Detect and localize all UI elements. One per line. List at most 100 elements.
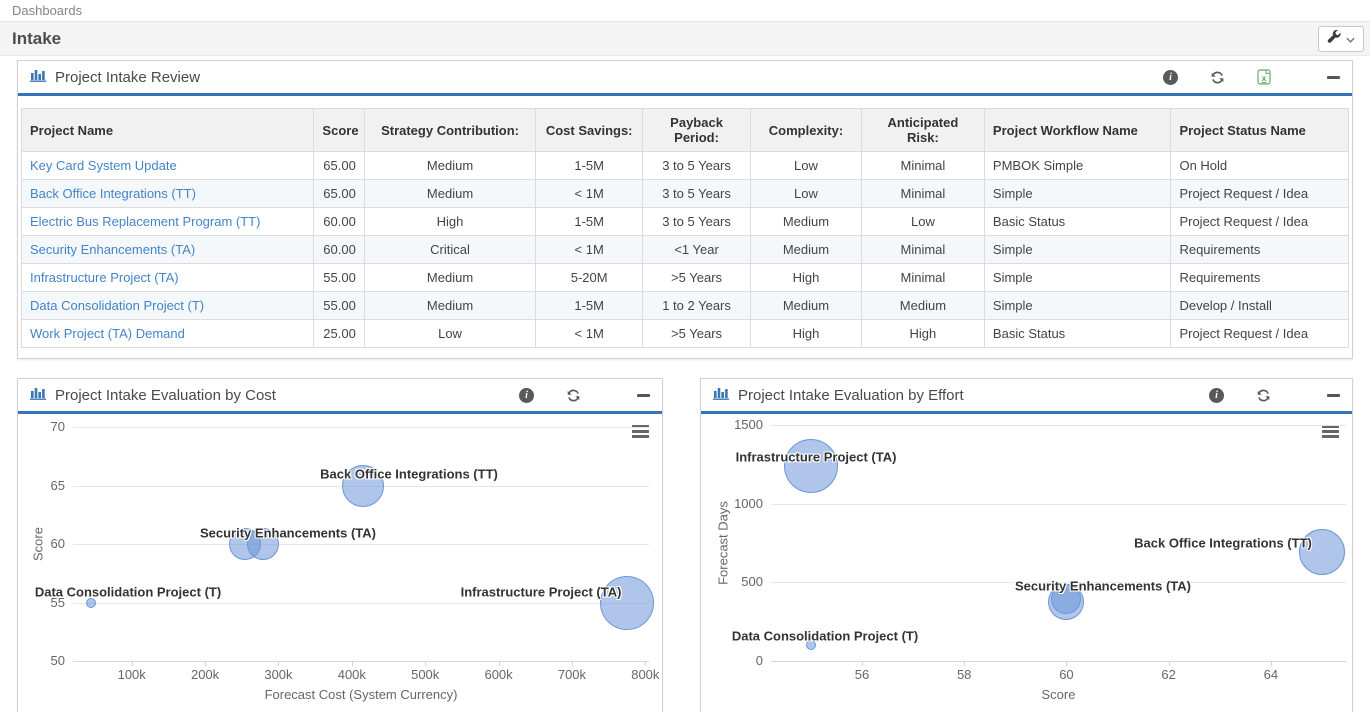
table-cell: Simple [983, 291, 1172, 320]
table-cell: Develop / Install [1170, 291, 1349, 320]
table-cell: Requirements [1170, 263, 1349, 292]
column-header: Project Name [20, 108, 315, 152]
gridline [73, 602, 649, 604]
table-cell: <1 Year [642, 235, 751, 264]
y-axis-tick-label: 1000 [734, 495, 763, 511]
table-row: Back Office Integrations (TT) 65.00 Medium… [20, 179, 1349, 208]
x-axis-tick-label: 200k [190, 667, 220, 682]
dashboard-config-button[interactable] [1318, 26, 1364, 52]
table-cell: 3 to 5 Years [642, 151, 751, 180]
gridline [73, 427, 649, 428]
x-axis-tick-label: 600k [484, 667, 513, 682]
column-header: Complexity: [750, 108, 862, 152]
table-cell: Minimal [860, 179, 985, 208]
project-link[interactable]: Key Card System Update [30, 158, 177, 173]
info-icon[interactable]: i [1209, 387, 1224, 403]
x-axis-tick-mark [425, 661, 427, 666]
column-header: Payback Period: [642, 108, 751, 152]
breadcrumb[interactable]: Dashboards [0, 0, 1370, 21]
table-cell: >5 Years [642, 263, 751, 292]
table-cell: 55.00 [313, 263, 365, 292]
table-cell: Simple [983, 263, 1172, 292]
panel-intake-evaluation-by-cost: Project Intake Evaluation by Cost i 50 55… [17, 378, 663, 712]
table-cell: Basic Status [983, 207, 1172, 236]
project-link[interactable]: Data Consolidation Project (T) [30, 298, 204, 313]
project-link[interactable]: Infrastructure Project (TA) [30, 270, 179, 285]
table-cell: Medium [750, 207, 862, 236]
data-bubble[interactable] [783, 438, 838, 493]
x-axis-tick-label: 500k [411, 667, 440, 682]
table-cell: Low [750, 179, 862, 208]
y-axis-tick-label: 50 [50, 653, 65, 668]
project-link[interactable]: Work Project (TA) Demand [30, 326, 185, 341]
x-axis-tick-mark [498, 661, 500, 666]
dashboard-content: Project Intake Review i x Project Name Sc… [0, 56, 1370, 712]
x-axis-tick-mark [861, 661, 863, 666]
refresh-icon[interactable] [566, 388, 581, 403]
collapse-icon[interactable] [637, 393, 650, 397]
x-axis-tick-mark [205, 661, 207, 666]
table-cell: Minimal [860, 235, 985, 264]
gridline [73, 544, 649, 545]
table-cell: Low [363, 319, 537, 348]
table-cell: < 1M [535, 319, 644, 348]
charts-row: Project Intake Evaluation by Cost i 50 55… [17, 378, 1353, 712]
y-axis-title: Score [30, 527, 46, 561]
excel-export-icon[interactable]: x [1257, 69, 1271, 85]
x-axis-tick-label: 58 [956, 667, 972, 682]
x-axis-tick-mark [1168, 661, 1170, 666]
table-cell: 60.00 [313, 235, 365, 264]
cost-panel-heading: Project Intake Evaluation by Cost i [18, 379, 662, 414]
data-point-label: Infrastructure Project (TA) [735, 449, 897, 465]
cell-project-name: Infrastructure Project (TA) [20, 263, 315, 292]
x-axis-tick-mark [131, 661, 133, 666]
refresh-icon[interactable] [1210, 70, 1225, 85]
collapse-icon[interactable] [1327, 393, 1340, 397]
panel-project-intake-review: Project Intake Review i x Project Name Sc… [17, 60, 1353, 359]
table-cell: High [750, 319, 862, 348]
table-cell: High [750, 263, 862, 292]
data-point-label: Data Consolidation Project (T) [34, 584, 222, 600]
panel-title: Project Intake Review [55, 68, 201, 86]
cell-project-name: Data Consolidation Project (T) [20, 291, 315, 320]
table-cell: >5 Years [642, 319, 751, 348]
gridline [771, 661, 1346, 662]
x-axis-tick-label: 100k [117, 667, 146, 682]
table-cell: 65.00 [313, 151, 365, 180]
project-link[interactable]: Electric Bus Replacement Program (TT) [30, 214, 260, 229]
bar-chart-icon [30, 68, 46, 87]
column-header: Project Status Name [1170, 108, 1349, 152]
x-axis-tick-mark [645, 661, 647, 666]
table-cell: 1-5M [535, 291, 644, 320]
x-axis-tick-mark [1270, 661, 1272, 666]
collapse-icon[interactable] [1327, 75, 1340, 79]
chart-context-menu-icon[interactable] [1322, 425, 1339, 440]
info-icon[interactable]: i [519, 387, 534, 403]
y-axis-tick-label: 1500 [734, 417, 763, 432]
refresh-icon[interactable] [1256, 388, 1271, 403]
project-link[interactable]: Back Office Integrations (TT) [30, 186, 196, 201]
table-cell: Medium [750, 235, 862, 264]
x-axis-tick-label: 300k [264, 667, 293, 682]
table-cell: Minimal [860, 151, 985, 180]
table-cell: 25.00 [313, 319, 365, 348]
table-cell: Simple [983, 179, 1172, 208]
table-cell: Minimal [860, 263, 985, 292]
y-axis-tick-label: 500 [741, 574, 763, 590]
column-header: Score [313, 108, 365, 152]
chevron-down-icon [1346, 30, 1355, 48]
table-cell: 55.00 [313, 291, 365, 320]
table-cell: Requirements [1170, 235, 1349, 264]
table-row: Security Enhancements (TA) 60.00 Critical <… [20, 235, 1349, 264]
data-point-label: Infrastructure Project (TA) [460, 584, 622, 600]
bubble-chart-cost: 50 55 60 65 70 100k 200k 300k 400k 500k 600k 700k 80… [18, 414, 662, 712]
project-link[interactable]: Security Enhancements (TA) [30, 242, 195, 257]
table-cell: 1 to 2 Years [642, 291, 751, 320]
info-icon[interactable]: i [1163, 69, 1178, 85]
table-cell: On Hold [1170, 151, 1349, 180]
table-cell: Low [860, 207, 985, 236]
page-header: Intake [0, 21, 1370, 56]
x-axis-tick-label: 800k [631, 667, 660, 682]
x-axis-tick-mark [964, 661, 966, 666]
x-axis-tick-label: 62 [1161, 667, 1176, 682]
